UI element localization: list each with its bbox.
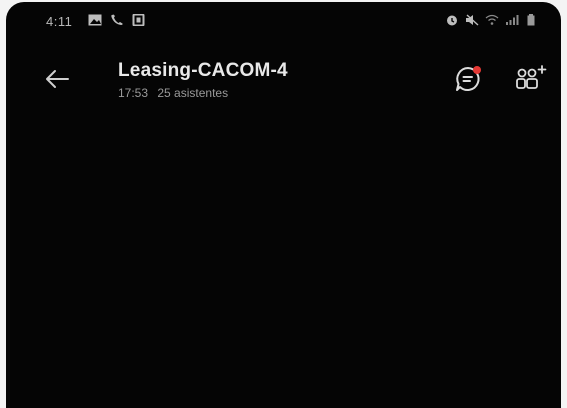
wifi-icon [485,14,499,25]
status-time: 4:11 [46,14,73,29]
phone-screen: 4:11 Leasing-CACOM-4 17:53 25 asistentes [6,2,561,408]
mute-icon [466,14,479,26]
gallery-icon [88,14,102,26]
battery-icon [527,14,535,26]
meeting-meta: 17:53 25 asistentes [118,86,288,100]
participants-icon[interactable] [512,62,548,96]
alarm-icon [447,15,457,26]
attendee-count: 25 asistentes [157,86,229,100]
meeting-title: Leasing-CACOM-4 [118,60,288,81]
status-bar: 4:11 [6,2,561,36]
phone-icon [111,14,123,25]
square-app-icon [132,14,145,26]
notification-dot [473,66,481,74]
status-right-icons [445,14,539,26]
device-frame: 4:11 Leasing-CACOM-4 17:53 25 asistentes [0,0,567,408]
video-stage [6,117,561,408]
chat-icon[interactable] [451,62,485,96]
meeting-title-block: Leasing-CACOM-4 17:53 25 asistentes [118,60,288,100]
meeting-header: Leasing-CACOM-4 17:53 25 asistentes [6,52,561,112]
signal-icon [506,15,519,25]
back-arrow-icon[interactable] [42,64,72,94]
meeting-duration: 17:53 [118,86,149,100]
status-left-icons [88,14,146,26]
